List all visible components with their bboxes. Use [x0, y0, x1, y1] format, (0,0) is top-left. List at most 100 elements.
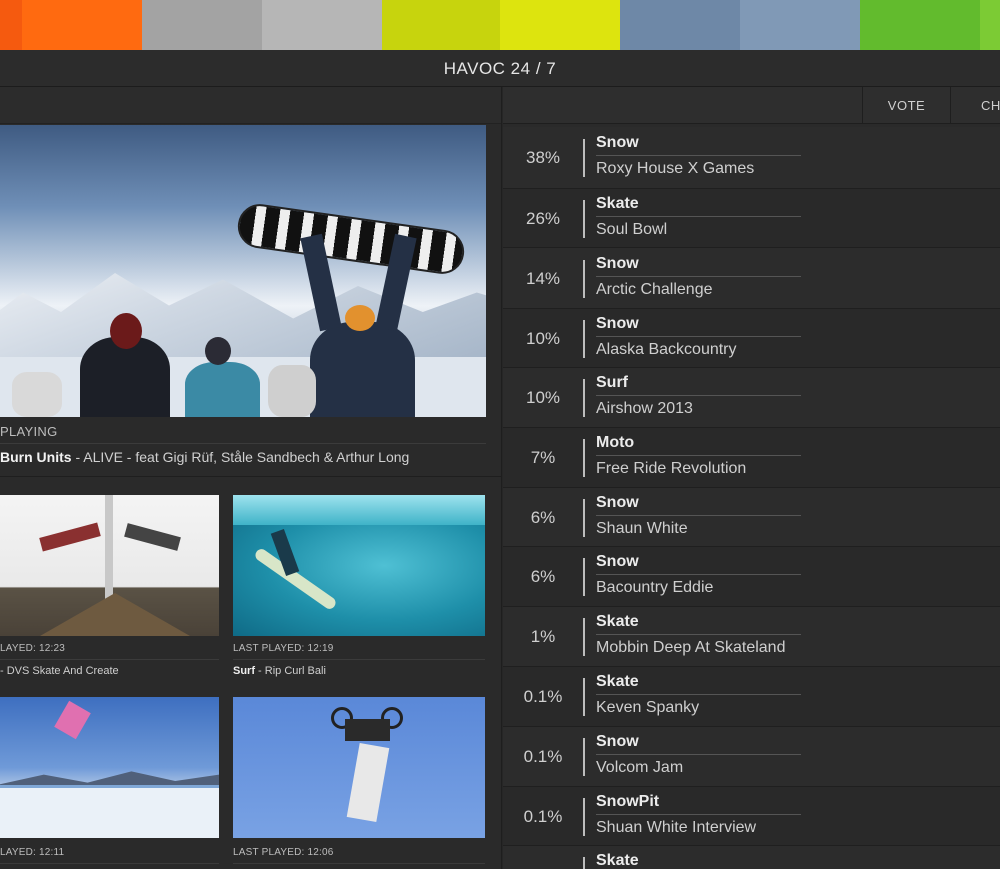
app-title: HAVOC 24 / 7 — [0, 50, 1000, 87]
vote-category: Skate — [596, 195, 639, 212]
left-toolbar — [0, 87, 501, 124]
vote-divider — [583, 558, 585, 596]
last-played: LAYED: 12:23 — [0, 643, 66, 654]
now-playing-title: Burn Units - ALIVE - feat Gigi Rüf, Stål… — [0, 449, 409, 465]
divider — [233, 659, 485, 660]
color-segment — [500, 0, 620, 50]
divider — [596, 754, 801, 755]
video-thumbnail[interactable] — [0, 697, 219, 838]
person-head — [345, 305, 375, 331]
vote-category: Snow — [596, 315, 639, 332]
last-played: LAYED: 12:11 — [0, 847, 65, 858]
vote-row[interactable]: 0.1% Snow Volcom Jam — [503, 727, 1000, 787]
vote-category: Moto — [596, 434, 635, 451]
thumbnail-title: - DVS Skate And Create — [0, 665, 119, 677]
video-thumbnail[interactable] — [233, 495, 485, 636]
vote-row[interactable]: 6% Snow Shaun White — [503, 488, 1000, 547]
divider — [596, 155, 801, 156]
color-segment — [142, 0, 262, 50]
vote-row[interactable]: 10% Snow Alaska Backcountry — [503, 309, 1000, 368]
vote-percent: 10% — [525, 388, 561, 407]
vote-row[interactable]: Skate — [503, 846, 1000, 869]
divider — [596, 455, 801, 456]
vote-title: Bacountry Eddie — [596, 579, 714, 596]
color-segment — [620, 0, 740, 50]
vote-row[interactable]: 6% Snow Bacountry Eddie — [503, 547, 1000, 607]
vote-divider — [583, 139, 585, 177]
vote-category: Snow — [596, 553, 639, 570]
divider — [596, 336, 801, 337]
tab-vote[interactable]: VOTE — [862, 87, 950, 124]
color-segment — [22, 0, 142, 50]
vote-title: Free Ride Revolution — [596, 460, 747, 477]
tab-bar: VOTE CH — [503, 87, 1000, 124]
vote-percent: 6% — [530, 508, 556, 527]
divider — [596, 634, 801, 635]
video-thumbnail[interactable] — [233, 697, 485, 838]
last-played: LAST PLAYED: 12:06 — [233, 847, 334, 858]
vote-row[interactable]: 10% Surf Airshow 2013 — [503, 368, 1000, 428]
color-segment — [382, 0, 500, 50]
vote-category: Snow — [596, 134, 639, 151]
vote-percent: 26% — [525, 209, 561, 228]
tab-channels[interactable]: CH — [950, 87, 1000, 124]
vote-category: Snow — [596, 733, 639, 750]
vote-divider — [583, 320, 585, 358]
surfboard-shape — [253, 546, 338, 612]
divider — [0, 476, 502, 477]
person-head — [110, 313, 142, 349]
divider — [0, 863, 219, 864]
now-playing-video[interactable] — [0, 125, 486, 417]
vote-title: Airshow 2013 — [596, 400, 693, 417]
vote-title: Keven Spanky — [596, 699, 700, 716]
vote-percent: 38% — [525, 148, 561, 167]
vote-row[interactable]: 1% Skate Mobbin Deep At Skateland — [503, 607, 1000, 667]
vote-title: Roxy House X Games — [596, 160, 755, 177]
color-segment — [740, 0, 860, 50]
now-playing-track: - ALIVE - feat Gigi Rüf, Ståle Sandbech … — [71, 449, 410, 465]
person-head — [205, 337, 231, 365]
skater-shape — [124, 523, 181, 551]
color-segment — [860, 0, 980, 50]
wave-shape — [233, 495, 485, 525]
vote-category: Skate — [596, 673, 639, 690]
divider — [596, 694, 801, 695]
thumbnail-title: Surf - Rip Curl Bali — [233, 665, 326, 677]
vote-category: Skate — [596, 613, 639, 630]
divider — [596, 515, 801, 516]
divider — [596, 276, 801, 277]
vote-divider — [583, 260, 585, 298]
vote-category: SnowPit — [596, 793, 660, 810]
color-segment — [980, 0, 1000, 50]
vote-percent: 0.1% — [523, 807, 563, 826]
vote-divider — [583, 798, 585, 836]
vote-percent: 0.1% — [523, 687, 563, 706]
vote-title: Soul Bowl — [596, 221, 668, 238]
divider — [0, 659, 219, 660]
thumbnail-category: Surf — [233, 665, 255, 677]
vote-category: Surf — [596, 374, 628, 391]
vote-category: Skate — [596, 852, 639, 869]
thumbnail-name: - Rip Curl Bali — [255, 665, 326, 677]
vote-title: Mobbin Deep At Skateland — [596, 639, 786, 656]
motorbike-shape — [345, 719, 390, 741]
vote-divider — [583, 857, 585, 869]
person-silhouette — [185, 362, 260, 417]
vote-row[interactable]: 26% Skate Soul Bowl — [503, 189, 1000, 248]
vote-row[interactable]: 0.1% Skate Keven Spanky — [503, 667, 1000, 727]
divider — [233, 863, 485, 864]
vote-row[interactable]: 14% Snow Arctic Challenge — [503, 248, 1000, 309]
snowboarder-shape — [54, 700, 91, 740]
vote-row[interactable]: 38% Snow Roxy House X Games — [503, 127, 1000, 189]
vote-percent: 10% — [525, 329, 561, 348]
person-silhouette — [80, 337, 170, 417]
vote-row[interactable]: 0.1% SnowPit Shuan White Interview — [503, 787, 1000, 846]
vote-row[interactable]: 7% Moto Free Ride Revolution — [503, 428, 1000, 488]
vote-percent: 0.1% — [523, 747, 563, 766]
vote-divider — [583, 379, 585, 417]
vote-percent: 14% — [525, 269, 561, 288]
color-segment — [262, 0, 382, 50]
video-thumbnail[interactable] — [0, 495, 219, 636]
vote-category: Snow — [596, 494, 639, 511]
divider — [596, 814, 801, 815]
